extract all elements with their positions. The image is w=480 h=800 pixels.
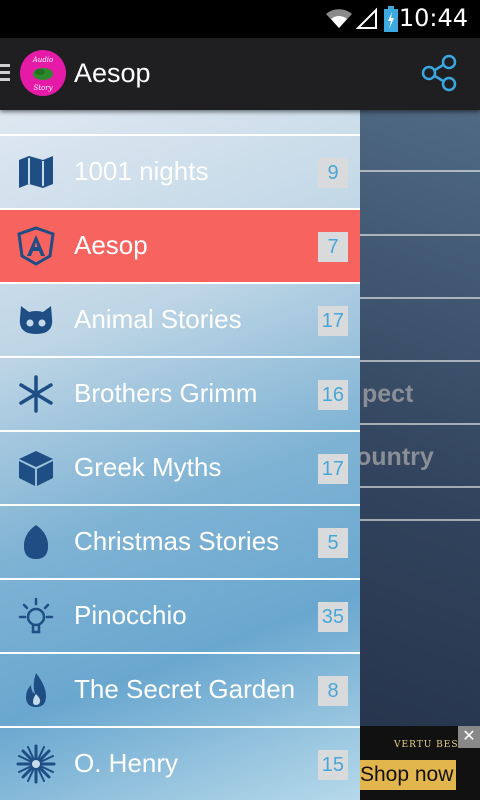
list-item-text[interactable]: ountry <box>356 443 434 472</box>
drawer-item-label: Pinocchio <box>74 600 187 630</box>
ad-brand: VERTU BEST <box>394 740 466 750</box>
map-icon <box>19 156 53 188</box>
divider <box>360 486 480 488</box>
divider <box>360 297 480 299</box>
count-badge: 5 <box>318 528 348 558</box>
navigation-drawer: 1001 nights 9 Aesop 7 Animal Stories 17 … <box>0 110 360 800</box>
divider <box>360 170 480 172</box>
list-item-text[interactable]: pect <box>362 380 413 409</box>
drawer-item-aesop[interactable]: Aesop 7 <box>0 210 360 284</box>
count-badge: 15 <box>317 750 348 780</box>
app-bar: Audio Story Aesop <box>0 38 480 110</box>
drawer-item-label: Animal Stories <box>74 304 242 334</box>
drawer-item-brothers-grimm[interactable]: Brothers Grimm 16 <box>0 358 360 432</box>
drawer-item-label: The Secret Garden <box>74 674 296 704</box>
app-logo[interactable]: Audio Story <box>20 50 66 96</box>
share-icon[interactable] <box>420 54 458 92</box>
cube-icon <box>19 451 53 486</box>
fire-icon <box>26 673 46 707</box>
drawer-item-christmas-stories[interactable]: Christmas Stories 5 <box>0 506 360 580</box>
divider <box>360 360 480 362</box>
signal-icon <box>356 7 377 29</box>
angular-shield-icon <box>17 226 55 266</box>
github-cat-icon <box>19 306 53 334</box>
menu-icon[interactable] <box>0 64 10 85</box>
divider <box>360 519 480 521</box>
drawer-item-label: Brothers Grimm <box>74 378 258 408</box>
drawer-item-label: Greek Myths <box>74 452 222 482</box>
drawer-item-label: Aesop <box>74 230 148 260</box>
divider <box>360 234 480 236</box>
drawer-item-animal-stories[interactable]: Animal Stories 17 <box>0 284 360 358</box>
asterisk-icon <box>19 375 53 413</box>
battery-icon <box>384 6 398 32</box>
drawer-item-1001-nights[interactable]: 1001 nights 9 <box>0 136 360 210</box>
svg-text:Story: Story <box>33 84 53 92</box>
egg-icon <box>23 525 49 559</box>
count-badge: 9 <box>318 158 348 188</box>
count-badge: 16 <box>317 380 348 410</box>
drawer-item-o-henry[interactable]: O. Henry 15 <box>0 728 360 800</box>
drawer-item-label: O. Henry <box>74 748 179 778</box>
count-badge: 17 <box>317 306 348 336</box>
drawer-item-label: 1001 nights <box>74 156 209 186</box>
status-bar: 10:44 <box>0 0 480 38</box>
divider <box>360 423 480 425</box>
drawer-item-partial[interactable] <box>0 110 360 136</box>
snowflake-icon <box>16 744 56 784</box>
count-badge: 7 <box>318 232 348 262</box>
drawer-item-the-secret-garden[interactable]: The Secret Garden 8 <box>0 654 360 728</box>
drawer-item-greek-myths[interactable]: Greek Myths 17 <box>0 432 360 506</box>
app-logo-image: Audio Story <box>32 56 54 92</box>
svg-text:Audio: Audio <box>32 56 54 64</box>
ad-banner[interactable]: VERTU BEST Shop now ✕ <box>360 726 480 800</box>
lightbulb-icon <box>18 597 54 634</box>
drawer-item-pinocchio[interactable]: Pinocchio 35 <box>0 580 360 654</box>
close-icon[interactable]: ✕ <box>458 726 480 748</box>
count-badge: 8 <box>318 676 348 706</box>
page-title: Aesop <box>74 58 151 88</box>
clock: 10:44 <box>398 4 468 32</box>
count-badge: 17 <box>317 454 348 484</box>
wifi-icon <box>326 9 352 29</box>
drawer-item-label: Christmas Stories <box>74 526 280 556</box>
shop-now-button[interactable]: Shop now <box>360 760 456 790</box>
count-badge: 35 <box>317 602 348 632</box>
